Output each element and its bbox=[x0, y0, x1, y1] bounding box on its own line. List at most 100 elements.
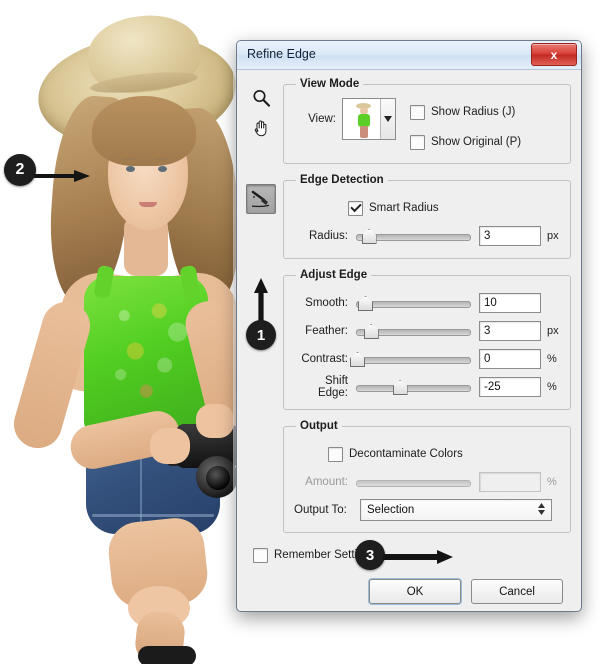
contrast-input[interactable]: 0 bbox=[479, 349, 541, 369]
feather-row: Feather: 3 px bbox=[294, 319, 560, 343]
edge-detection-group: Edge Detection Smart Radius Radius: 3 px bbox=[283, 174, 571, 259]
arrow-right-icon bbox=[383, 549, 455, 565]
shift-edge-row: Shift Edge: -25 % bbox=[294, 375, 560, 399]
smooth-slider-track bbox=[356, 301, 471, 308]
callout-2-badge: 2 bbox=[4, 154, 36, 186]
cancel-button[interactable]: Cancel bbox=[471, 579, 563, 604]
decontaminate-colors-checkbox[interactable] bbox=[328, 447, 343, 462]
eye-left bbox=[126, 166, 135, 172]
callout-3-badge: 3 bbox=[355, 540, 385, 570]
adjust-edge-legend: Adjust Edge bbox=[296, 269, 371, 281]
callout-1-badge: 1 bbox=[246, 320, 276, 350]
view-mode-legend: View Mode bbox=[296, 78, 363, 90]
view-preview-dropdown[interactable] bbox=[342, 98, 396, 140]
hand-icon bbox=[251, 118, 271, 138]
smart-radius-checkbox[interactable] bbox=[348, 201, 363, 216]
output-to-value: Selection bbox=[367, 504, 414, 516]
callout-3: 3 bbox=[355, 539, 467, 573]
feather-slider-thumb[interactable] bbox=[364, 324, 379, 339]
hand-left bbox=[150, 428, 190, 464]
show-original-checkbox[interactable] bbox=[410, 135, 425, 150]
magnifier-icon bbox=[251, 88, 271, 108]
ok-button[interactable]: OK bbox=[369, 579, 461, 604]
callout-1: 1 bbox=[243, 278, 279, 348]
smooth-row: Smooth: 10 bbox=[294, 291, 560, 315]
refine-edge-dialog: Refine Edge x bbox=[236, 40, 582, 612]
tank-top-pattern bbox=[104, 292, 196, 410]
shift-edge-slider[interactable] bbox=[356, 380, 471, 394]
refine-radius-tool[interactable] bbox=[246, 184, 276, 214]
feather-label: Feather: bbox=[294, 325, 348, 337]
edge-detection-legend: Edge Detection bbox=[296, 174, 388, 186]
contrast-label: Contrast: bbox=[294, 353, 348, 365]
contrast-slider[interactable] bbox=[356, 352, 471, 366]
smooth-slider-thumb[interactable] bbox=[358, 296, 373, 311]
view-label: View: bbox=[294, 113, 336, 125]
shift-edge-unit: % bbox=[547, 381, 557, 393]
output-to-row: Output To: Selection bbox=[294, 498, 560, 522]
smooth-slider[interactable] bbox=[356, 296, 471, 310]
hand-right bbox=[196, 404, 234, 438]
radius-unit: px bbox=[547, 230, 559, 242]
dialog-footer: Remember Settings 3 OK Cancel bbox=[237, 543, 581, 612]
mouth bbox=[139, 202, 157, 207]
dialog-body: 1 View Mode View: bbox=[237, 70, 581, 543]
button-row: 3 OK Cancel bbox=[253, 579, 567, 604]
hair-top bbox=[92, 96, 196, 166]
shorts-hem bbox=[92, 514, 214, 517]
panel-column: View Mode View: bbox=[279, 78, 571, 543]
contrast-row: Contrast: 0 % bbox=[294, 347, 560, 371]
eye-right bbox=[158, 166, 167, 172]
contrast-slider-track bbox=[356, 357, 471, 364]
show-original-label: Show Original (P) bbox=[431, 136, 521, 148]
view-preview-thumbnail bbox=[343, 99, 380, 139]
thumb-legs bbox=[360, 126, 368, 138]
adjust-edge-group: Adjust Edge Smooth: 10 Feather: bbox=[283, 269, 571, 410]
shoe bbox=[138, 646, 196, 664]
shift-edge-input[interactable]: -25 bbox=[479, 377, 541, 397]
contrast-unit: % bbox=[547, 353, 557, 365]
refine-brush-icon bbox=[250, 189, 272, 209]
view-mode-group: View Mode View: bbox=[283, 78, 571, 164]
shift-edge-label: Shift Edge: bbox=[294, 375, 348, 399]
shift-edge-slider-thumb[interactable] bbox=[393, 380, 408, 395]
show-radius-checkbox[interactable] bbox=[410, 105, 425, 120]
amount-slider bbox=[356, 475, 471, 489]
updown-spinner-icon[interactable] bbox=[538, 503, 545, 515]
callout-2: 2 bbox=[4, 154, 90, 206]
decontaminate-colors-label: Decontaminate Colors bbox=[349, 448, 463, 460]
close-button[interactable]: x bbox=[531, 43, 577, 66]
smooth-label: Smooth: bbox=[294, 297, 348, 309]
feather-slider[interactable] bbox=[356, 324, 471, 338]
remember-settings-checkbox[interactable] bbox=[253, 548, 268, 563]
contrast-slider-thumb[interactable] bbox=[350, 352, 365, 367]
dialog-title: Refine Edge bbox=[247, 47, 316, 61]
zoom-tool[interactable] bbox=[247, 84, 275, 112]
radius-slider[interactable] bbox=[356, 229, 471, 243]
feather-unit: px bbox=[547, 325, 559, 337]
output-legend: Output bbox=[296, 420, 342, 432]
output-to-label: Output To: bbox=[294, 504, 356, 516]
chevron-down-icon[interactable] bbox=[380, 99, 395, 139]
radius-input[interactable]: 3 bbox=[479, 226, 541, 246]
radius-slider-thumb[interactable] bbox=[362, 229, 377, 244]
show-radius-label: Show Radius (J) bbox=[431, 106, 515, 118]
camera-lens-inner bbox=[206, 466, 230, 490]
output-group: Output Decontaminate Colors Amount: % Ou… bbox=[283, 420, 571, 533]
eyebrow-right bbox=[156, 158, 170, 160]
amount-input bbox=[479, 472, 541, 492]
shift-edge-slider-track bbox=[356, 385, 471, 392]
smooth-input[interactable]: 10 bbox=[479, 293, 541, 313]
feather-input[interactable]: 3 bbox=[479, 321, 541, 341]
hand-tool[interactable] bbox=[247, 114, 275, 142]
amount-row: Amount: % bbox=[294, 470, 560, 494]
arrow-right-icon bbox=[34, 166, 92, 186]
eyebrow-left bbox=[124, 158, 138, 160]
radius-label: Radius: bbox=[294, 230, 348, 242]
output-to-select[interactable]: Selection bbox=[360, 499, 552, 521]
dialog-titlebar[interactable]: Refine Edge x bbox=[237, 41, 581, 70]
amount-slider-track bbox=[356, 480, 471, 487]
amount-label: Amount: bbox=[294, 476, 348, 488]
amount-unit: % bbox=[547, 476, 557, 488]
smart-radius-label: Smart Radius bbox=[369, 202, 439, 214]
